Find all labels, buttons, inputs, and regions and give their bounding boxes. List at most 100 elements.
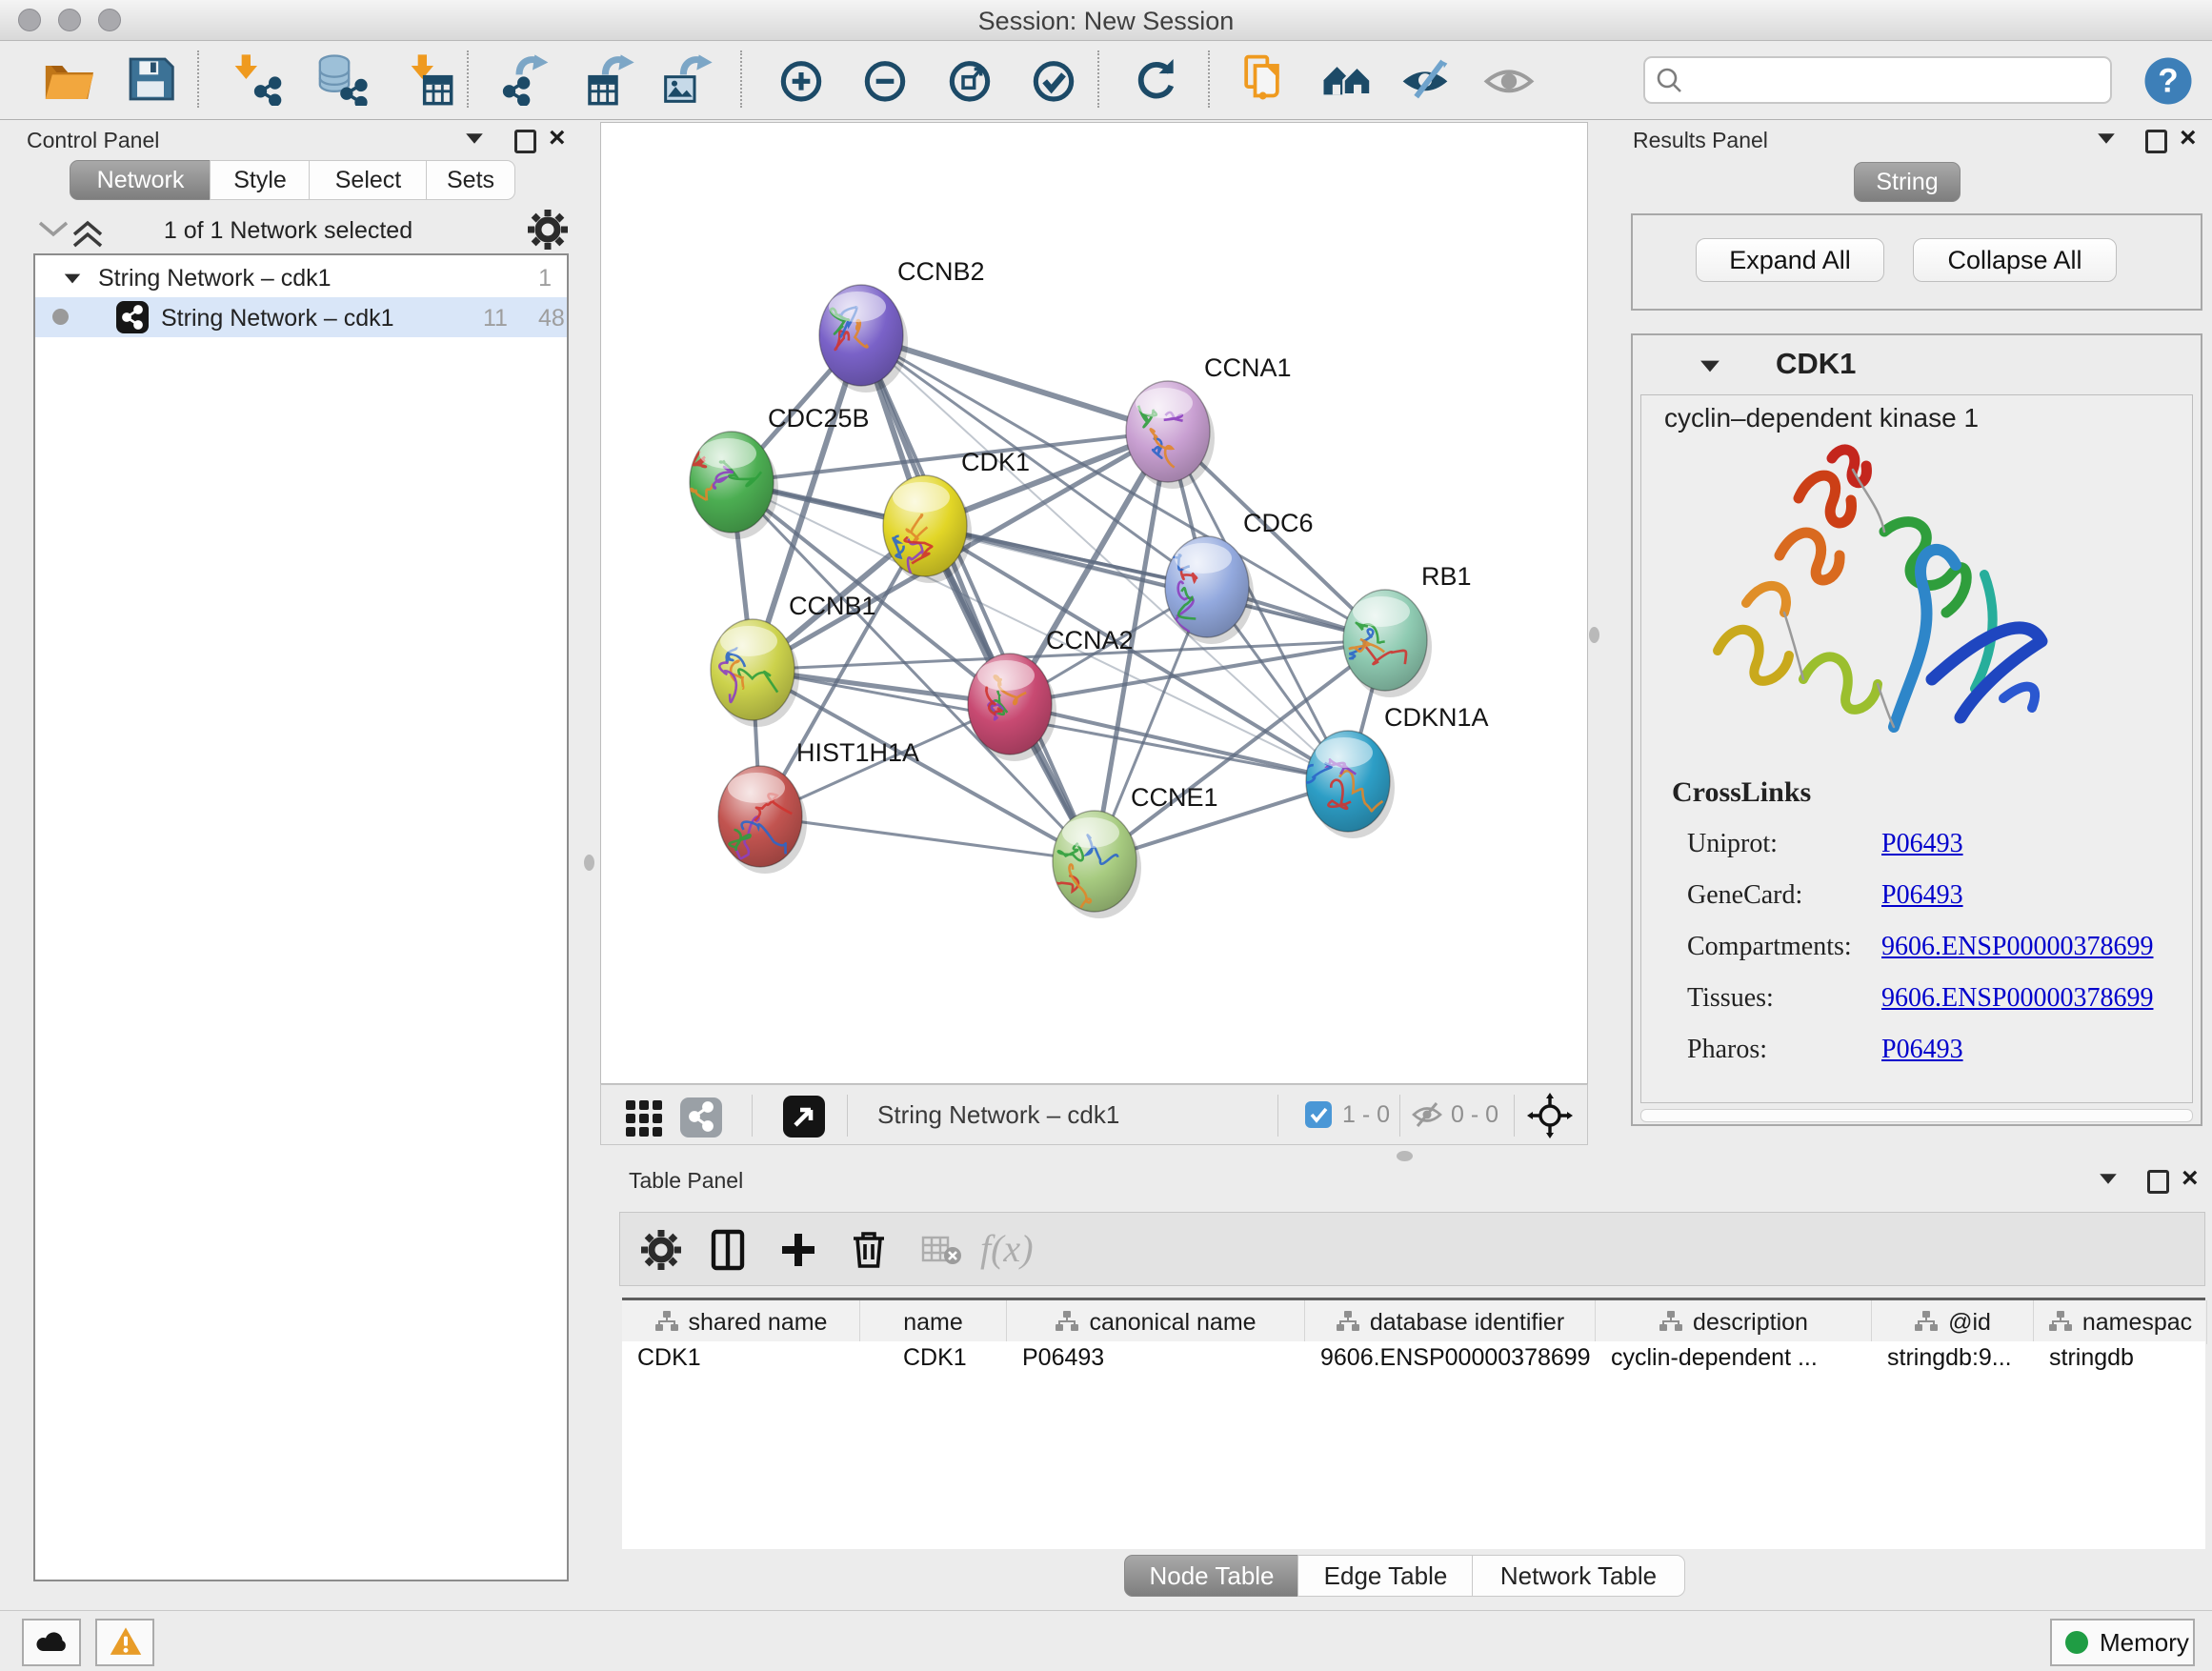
delete-columns-button[interactable] (845, 1226, 893, 1274)
crosslink-value-link[interactable]: P06493 (1881, 1035, 1963, 1064)
table-cell[interactable]: 9606.ENSP00000378699 (1320, 1344, 1594, 1379)
network-row-selected[interactable]: String Network – cdk1 11 48 (35, 297, 567, 337)
network-node-cdc6[interactable]: CDC6 (1165, 509, 1314, 644)
import-network-button[interactable] (231, 52, 284, 106)
network-collection-row[interactable]: String Network – cdk1 1 (35, 261, 567, 297)
table-cell[interactable]: CDK1 (637, 1344, 858, 1379)
network-node-hist1h1a[interactable]: HIST1H1A (718, 738, 919, 874)
column-header-database-identifier[interactable]: database identifier (1305, 1300, 1596, 1344)
table-panel-float-button[interactable] (2098, 1173, 2126, 1198)
tab-string[interactable]: String (1854, 162, 1961, 202)
cloud-button[interactable] (22, 1619, 81, 1666)
show-columns-button[interactable] (704, 1226, 752, 1274)
import-table-button[interactable] (400, 52, 453, 106)
table-panel-maximize-button[interactable] (2147, 1170, 2176, 1195)
search-input[interactable] (1691, 62, 2095, 96)
results-panel-close-button[interactable]: × (2180, 128, 2208, 152)
results-panel-float-button[interactable] (2096, 132, 2124, 157)
show-details-eye-icon (1482, 52, 1536, 106)
right-splitter-handle[interactable] (1589, 627, 1599, 643)
grid-view-button[interactable] (620, 1093, 668, 1140)
left-splitter-handle[interactable] (584, 855, 594, 871)
network-edge[interactable] (925, 526, 1385, 640)
column-header-name[interactable]: name (860, 1300, 1007, 1344)
crosshair-icon[interactable] (1527, 1093, 1573, 1138)
network-view-mode-button[interactable] (677, 1093, 725, 1140)
crosslink-value-link[interactable]: 9606.ENSP00000378699 (1881, 932, 2153, 961)
table-cell[interactable]: P06493 (1022, 1344, 1303, 1379)
table-cell[interactable]: cyclin-dependent ... (1611, 1344, 1870, 1379)
show-details-eye-button[interactable] (1482, 52, 1536, 106)
network-edge[interactable] (1010, 704, 1348, 781)
expand-all-button[interactable]: Expand All (1696, 238, 1884, 282)
control-panel-maximize-button[interactable] (514, 130, 543, 154)
import-database-button[interactable] (314, 52, 368, 106)
table-cell[interactable]: stringdb (2049, 1344, 2205, 1379)
network-node-cdkn1a[interactable]: CDKN1A (1302, 703, 1488, 838)
open-view-button[interactable] (780, 1093, 828, 1140)
collection-expander-icon[interactable] (65, 274, 81, 284)
network-edge[interactable] (760, 816, 1095, 861)
tab-edge-table[interactable]: Edge Table (1297, 1555, 1474, 1597)
network-graph[interactable]: CCNB2 CCNA1 CDC25B CDK1 CDC6 (601, 123, 1587, 1083)
tab-style[interactable]: Style (210, 160, 311, 200)
network-node-ccna2[interactable]: CCNA2 (968, 626, 1134, 761)
crosslink-value-link[interactable]: 9606.ENSP00000378699 (1881, 983, 2153, 1013)
network-node-rb1[interactable]: RB1 (1343, 562, 1472, 697)
tab-sets[interactable]: Sets (426, 160, 515, 200)
export-image-button[interactable] (661, 52, 714, 106)
documents-button[interactable] (1238, 52, 1292, 106)
node-label: CCNE1 (1131, 783, 1218, 812)
results-panel-maximize-button[interactable] (2145, 130, 2174, 154)
column-header--id[interactable]: @id (1872, 1300, 2034, 1344)
zoom-selected-button[interactable] (1027, 52, 1080, 106)
zoom-fit-button[interactable] (943, 52, 996, 106)
search-icon (1655, 66, 1683, 94)
network-canvas[interactable]: CCNB2 CCNA1 CDC25B CDK1 CDC6 (600, 122, 1588, 1084)
column-header-namespac[interactable]: namespac (2034, 1300, 2207, 1344)
network-node-ccne1[interactable]: CCNE1 (1050, 783, 1218, 918)
tab-select[interactable]: Select (309, 160, 428, 200)
hidden-count: 0 - 0 (1451, 1101, 1498, 1129)
network-panel-gear-button[interactable] (524, 206, 572, 253)
zoom-out-button[interactable] (858, 52, 912, 106)
create-column-button[interactable] (774, 1226, 822, 1274)
tab-network-table[interactable]: Network Table (1472, 1555, 1685, 1597)
table-gear-button[interactable] (637, 1226, 685, 1274)
houses-button[interactable] (1320, 52, 1374, 106)
control-panel-close-button[interactable]: × (549, 128, 577, 152)
column-header-canonical-name[interactable]: canonical name (1007, 1300, 1305, 1344)
collapse-all-button[interactable]: Collapse All (1913, 238, 2117, 282)
column-header-label: namespac (2082, 1309, 2192, 1336)
tab-network[interactable]: Network (70, 160, 211, 200)
control-panel-float-button[interactable] (464, 132, 493, 157)
crosslink-value-link[interactable]: P06493 (1881, 880, 1963, 910)
help-button[interactable]: ? (2142, 54, 2195, 108)
refresh-button[interactable] (1129, 52, 1182, 106)
search-box[interactable] (1643, 56, 2112, 104)
crosslink-value-link[interactable]: P06493 (1881, 829, 1963, 858)
zoom-fit-icon (943, 52, 996, 106)
table-panel-close-button[interactable]: × (2182, 1168, 2210, 1193)
network-edge[interactable] (861, 335, 1095, 861)
protein-expander-icon[interactable] (1700, 361, 1719, 372)
selected-checkbox-icon[interactable] (1304, 1100, 1333, 1129)
export-network-button[interactable] (499, 52, 553, 106)
memory-button[interactable]: Memory (2050, 1619, 2195, 1666)
tab-node-table[interactable]: Node Table (1124, 1555, 1299, 1597)
open-file-button[interactable] (40, 52, 93, 106)
column-header-shared-name[interactable]: shared name (622, 1300, 860, 1344)
column-header-description[interactable]: description (1596, 1300, 1872, 1344)
delete-table-button[interactable] (917, 1226, 965, 1274)
save-session-button[interactable] (124, 52, 177, 106)
hidden-eye-icon[interactable] (1411, 1100, 1443, 1129)
export-table-button[interactable] (583, 52, 636, 106)
results-scrollbar[interactable] (1640, 1109, 2193, 1122)
share-gray-icon (677, 1093, 725, 1140)
zoom-in-button[interactable] (774, 52, 828, 106)
table-cell[interactable]: stringdb:9... (1887, 1344, 2032, 1379)
warnings-button[interactable] (95, 1619, 154, 1666)
hide-details-eye-button[interactable] (1398, 52, 1452, 106)
table-cell[interactable]: CDK1 (903, 1344, 1033, 1379)
function-builder-button[interactable]: f(x) (980, 1226, 1034, 1271)
